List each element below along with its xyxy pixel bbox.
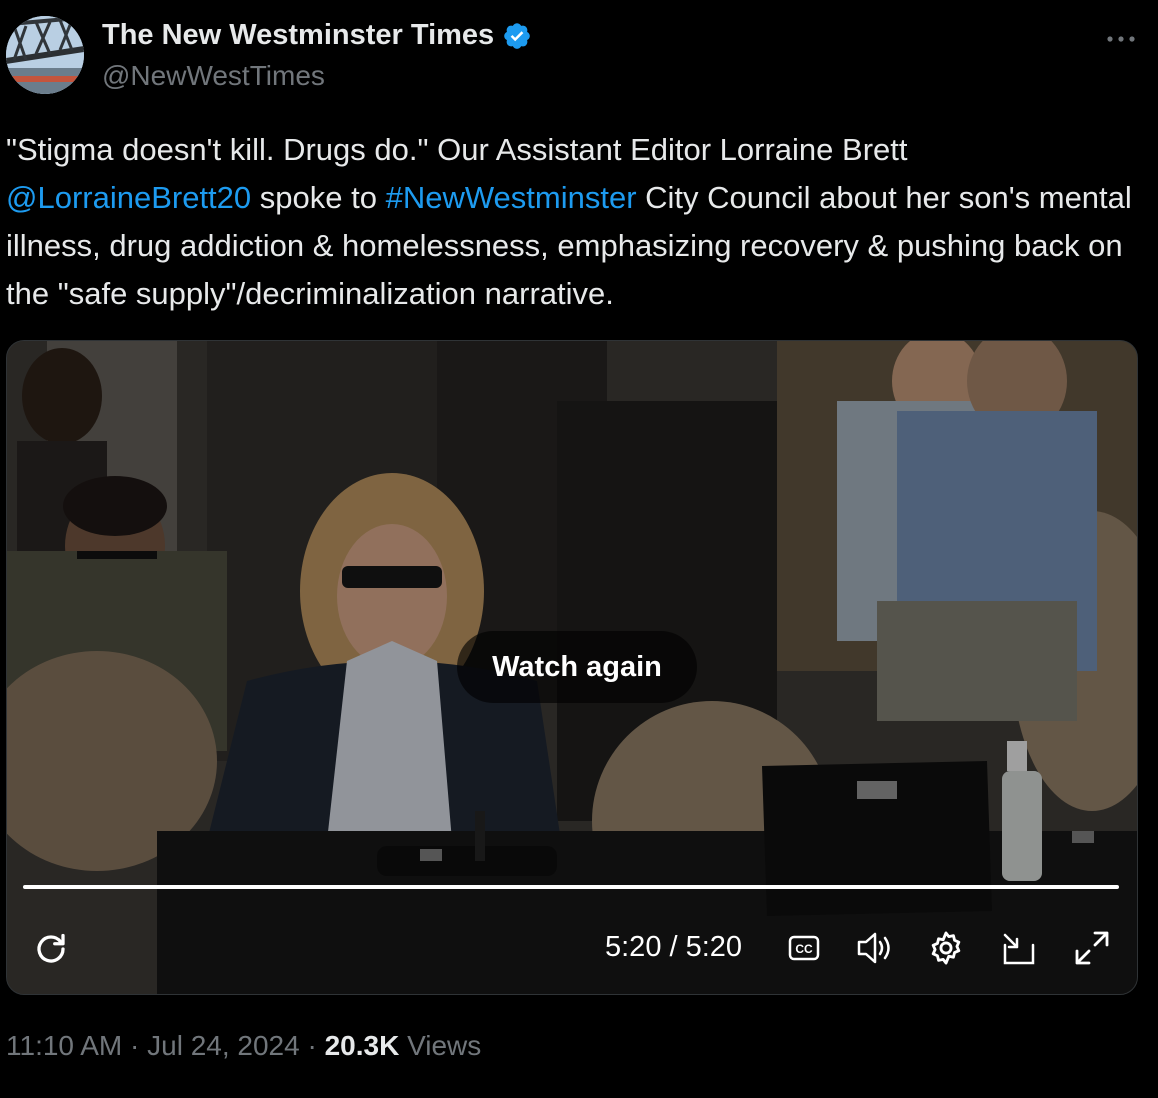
- tweet-time[interactable]: 11:10 AM: [6, 1030, 122, 1061]
- settings-icon[interactable]: [927, 929, 965, 972]
- meta-separator: ·: [130, 1030, 140, 1061]
- tweet-text: "Stigma doesn't kill. Drugs do." Our Ass…: [6, 126, 1156, 318]
- verified-badge-icon: [502, 21, 532, 51]
- more-horizontal-icon[interactable]: [1106, 20, 1136, 51]
- mention-link[interactable]: @LorraineBrett20: [6, 180, 251, 215]
- video-time-display: 5:20 / 5:20: [605, 931, 743, 963]
- watch-again-button[interactable]: Watch again: [457, 631, 697, 703]
- avatar[interactable]: [6, 16, 84, 94]
- hashtag-link[interactable]: #NewWestminster: [386, 180, 637, 215]
- replay-icon[interactable]: [33, 931, 69, 972]
- meta-separator: ·: [307, 1030, 317, 1061]
- author-name-text[interactable]: The New Westminster Times: [102, 19, 494, 52]
- author-handle[interactable]: @NewWestTimes: [102, 60, 325, 92]
- volume-icon[interactable]: [855, 929, 895, 972]
- author-name[interactable]: The New Westminster Times: [102, 19, 532, 52]
- views-label: Views: [407, 1030, 482, 1061]
- views-count[interactable]: 20.3K: [325, 1030, 400, 1061]
- progress-bar[interactable]: [23, 885, 1119, 889]
- pip-icon[interactable]: [1001, 931, 1037, 972]
- tweet-date[interactable]: Jul 24, 2024: [147, 1030, 300, 1061]
- tweet-meta: 11:10 AM · Jul 24, 2024 · 20.3K Views: [6, 1030, 481, 1062]
- tweet-text-segment: spoke to: [251, 180, 386, 215]
- captions-icon[interactable]: CC: [787, 931, 821, 970]
- captions-label: CC: [795, 942, 813, 956]
- video-player[interactable]: Watch again 5:20 / 5:20 CC: [6, 340, 1138, 995]
- fullscreen-icon[interactable]: [1073, 929, 1111, 972]
- tweet-text-segment: "Stigma doesn't kill. Drugs do." Our Ass…: [6, 132, 908, 167]
- bridge-avatar-image: [6, 16, 84, 94]
